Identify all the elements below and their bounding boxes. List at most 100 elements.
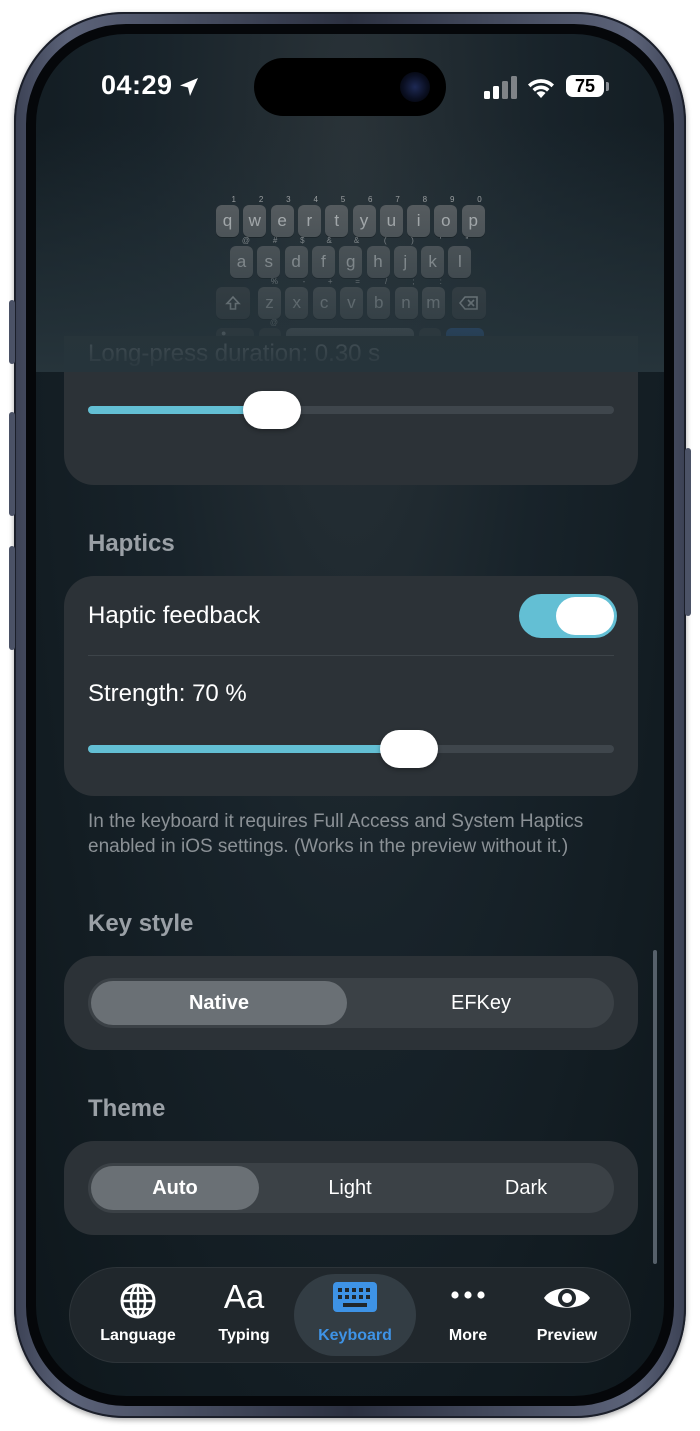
key-s[interactable]: s #: [257, 236, 281, 278]
delete-icon: [458, 296, 478, 310]
key-o[interactable]: o9: [434, 195, 458, 237]
theme-option-dark[interactable]: Dark: [439, 1163, 613, 1213]
key-e[interactable]: e3: [270, 195, 294, 237]
key-r[interactable]: r4: [297, 195, 321, 237]
strength-slider[interactable]: [88, 745, 614, 753]
haptics-note: In the keyboard it requires Full Access …: [88, 811, 584, 857]
long-press-slider[interactable]: [88, 406, 614, 414]
key-g-label: g: [345, 252, 356, 271]
tab-keyboard[interactable]: Keyboard: [294, 1268, 416, 1362]
status-time: 04:29: [101, 70, 173, 100]
key-q-label: q: [222, 211, 233, 230]
key-w[interactable]: w2: [243, 195, 267, 237]
key-p-label: p: [468, 211, 478, 230]
key-t[interactable]: t5: [325, 195, 349, 237]
key-h-hint: (: [383, 236, 387, 245]
tab-bar: Language Aa Typing Keyboard More Preview: [70, 1268, 630, 1362]
key-m[interactable]: m:: [421, 277, 445, 319]
key-x[interactable]: x-: [285, 277, 309, 319]
key-n-hint: ;: [412, 277, 415, 286]
key-style-option-efkey[interactable]: EFKey: [351, 978, 611, 1028]
key-y-label: y: [359, 211, 369, 230]
key-g-hint: &: [353, 236, 360, 245]
key-o-label: o: [441, 211, 451, 230]
key-g[interactable]: g &: [339, 236, 363, 278]
cellular-signal-icon: [484, 76, 517, 99]
key-o-hint: 9: [449, 195, 455, 204]
scrollbar[interactable]: [653, 950, 657, 1264]
key-y[interactable]: y6: [352, 195, 376, 237]
key-d-label: d: [291, 252, 301, 271]
shift-key[interactable]: [216, 287, 250, 319]
long-press-slider-thumb[interactable]: [243, 391, 302, 429]
tab-typing[interactable]: Aa Typing: [200, 1268, 288, 1362]
key-n[interactable]: n;: [394, 277, 418, 319]
haptics-divider: [88, 655, 614, 656]
key-l[interactable]: l ": [448, 236, 472, 278]
key-d-hint: $: [300, 236, 305, 245]
key-f[interactable]: f &: [311, 236, 335, 278]
power-button: [685, 448, 691, 616]
key-i[interactable]: i8: [407, 195, 431, 237]
key-u-label: u: [386, 211, 397, 230]
key-b-label: b: [373, 293, 384, 312]
shift-icon: [225, 295, 241, 310]
haptic-feedback-label: Haptic feedback: [88, 602, 261, 629]
key-p[interactable]: p0: [461, 195, 485, 237]
long-press-label: Long-press duration: 0.30 s: [88, 340, 381, 367]
key-style-option-native[interactable]: Native: [91, 981, 347, 1025]
key-f-hint: &: [326, 236, 332, 245]
key-v-hint: =: [355, 277, 360, 286]
haptics-section-title: Haptics: [88, 530, 175, 557]
key-h-label: h: [373, 252, 383, 271]
theme-option-auto[interactable]: Auto: [91, 1166, 259, 1210]
key-j[interactable]: j): [393, 236, 417, 278]
key-s-label: s: [264, 252, 274, 271]
volume-up-button: [9, 412, 15, 516]
key-u-hint: 7: [395, 195, 400, 204]
key-k[interactable]: k ': [421, 236, 445, 278]
theme-segmented-control[interactable]: Auto Light Dark: [88, 1163, 614, 1213]
key-b-hint: /: [384, 277, 388, 286]
key-z[interactable]: z%: [258, 277, 281, 319]
haptic-feedback-toggle[interactable]: [519, 594, 617, 638]
key-a-label: a: [236, 252, 247, 271]
key-m-label: m: [426, 293, 441, 312]
key-v-label: v: [347, 293, 356, 312]
key-w-hint: 2: [258, 195, 264, 204]
strength-label: Strength: 70 %: [88, 680, 247, 707]
haptics-card: Haptic feedback Strength: 70 %: [64, 576, 638, 796]
volume-down-button: [9, 546, 15, 650]
key-c[interactable]: c +: [312, 277, 336, 319]
key-i-hint: 8: [422, 195, 428, 204]
text-aa-icon: Aa: [223, 1278, 265, 1315]
key-u[interactable]: u7: [379, 195, 403, 237]
tab-preview[interactable]: Preview: [524, 1268, 610, 1362]
key-a[interactable]: a @: [230, 236, 253, 278]
key-p-hint: 0: [477, 195, 482, 204]
keyboard-icon: [333, 1282, 377, 1312]
key-h[interactable]: h(: [366, 236, 390, 278]
key-d[interactable]: d $: [284, 236, 308, 278]
eye-icon: [544, 1288, 590, 1308]
delete-key[interactable]: [452, 287, 486, 319]
wifi-icon: [528, 79, 554, 98]
globe-icon: [120, 1283, 156, 1319]
theme-option-light[interactable]: Light: [263, 1163, 437, 1213]
strength-slider-thumb[interactable]: [379, 730, 438, 768]
dynamic-island: [254, 58, 446, 116]
key-l-label: l: [458, 252, 462, 271]
key-m-hint: :: [439, 277, 442, 286]
key-f-label: f: [321, 252, 326, 271]
key-r-label: r: [306, 211, 313, 230]
tab-language[interactable]: Language: [90, 1268, 186, 1362]
key-style-segmented-control[interactable]: Native EFKey: [88, 978, 614, 1028]
key-q[interactable]: q1: [216, 195, 239, 237]
strength-slider-fill: [88, 745, 409, 753]
tab-language-label: Language: [100, 1327, 176, 1344]
key-v[interactable]: v =: [339, 277, 363, 319]
tab-more[interactable]: More: [428, 1268, 508, 1362]
key-q-hint: 1: [231, 195, 236, 204]
key-b[interactable]: b /: [367, 277, 391, 319]
key-e-label: e: [277, 211, 287, 230]
